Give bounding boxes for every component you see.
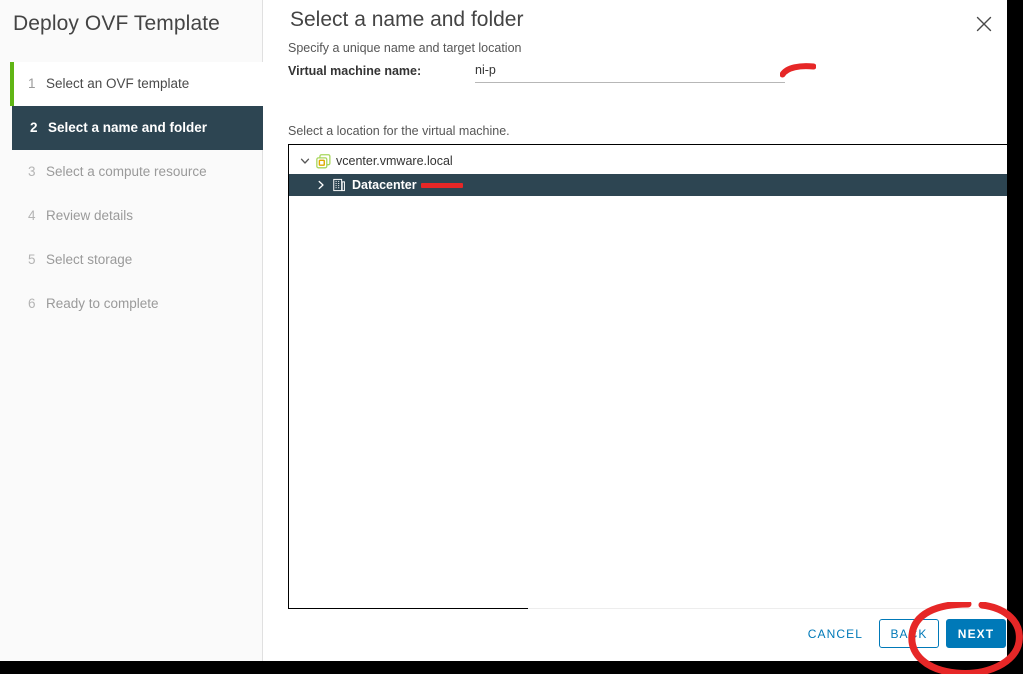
step-label: Select a compute resource bbox=[46, 164, 207, 179]
next-button[interactable]: NEXT bbox=[946, 619, 1006, 648]
tree-node-label: Datacenter bbox=[352, 177, 417, 192]
sidebar-step-select-name-and-folder[interactable]: 2 Select a name and folder bbox=[12, 106, 263, 150]
dialog-footer: CANCEL BACK NEXT bbox=[528, 608, 1007, 661]
step-number: 1 bbox=[28, 76, 36, 91]
chevron-down-icon[interactable] bbox=[298, 154, 312, 168]
tree-node-vcenter[interactable]: vcenter.vmware.local bbox=[289, 150, 1007, 172]
vm-name-label: Virtual machine name: bbox=[288, 64, 422, 78]
back-button[interactable]: BACK bbox=[879, 619, 939, 648]
datacenter-icon bbox=[331, 177, 347, 193]
cancel-button[interactable]: CANCEL bbox=[800, 619, 871, 648]
step-label: Select an OVF template bbox=[46, 76, 190, 91]
step-label: Select a name and folder bbox=[48, 120, 208, 135]
step-number: 5 bbox=[28, 252, 36, 267]
tree-node-label: vcenter.vmware.local bbox=[336, 153, 453, 168]
inventory-tree-panel[interactable]: vcenter.vmware.local Datacenter bbox=[288, 144, 1007, 609]
step-number: 4 bbox=[28, 208, 36, 223]
red-stroke-annotation bbox=[780, 63, 816, 78]
chevron-right-icon[interactable] bbox=[314, 178, 328, 192]
sidebar-step-select-storage[interactable]: 5 Select storage bbox=[10, 238, 263, 282]
step-label: Ready to complete bbox=[46, 296, 159, 311]
tree-node-datacenter[interactable]: Datacenter bbox=[289, 174, 1007, 196]
clipped-right-edge bbox=[1007, 0, 1023, 674]
page-subtitle: Specify a unique name and target locatio… bbox=[288, 41, 522, 55]
step-label: Select storage bbox=[46, 252, 133, 267]
wizard-step-list: 1 Select an OVF template 2 Select a name a… bbox=[10, 62, 263, 326]
sidebar-step-select-compute-resource[interactable]: 3 Select a compute resource bbox=[10, 150, 263, 194]
step-number: 2 bbox=[30, 120, 38, 135]
vm-name-input[interactable] bbox=[475, 60, 785, 83]
step-number: 3 bbox=[28, 164, 36, 179]
location-instruction-label: Select a location for the virtual machin… bbox=[288, 124, 510, 138]
sidebar-step-ready-to-complete[interactable]: 6 Ready to complete bbox=[10, 282, 263, 326]
sidebar-step-review-details[interactable]: 4 Review details bbox=[10, 194, 263, 238]
wizard-sidebar: Deploy OVF Template 1 Select an OVF templ… bbox=[0, 0, 263, 661]
page-title: Select a name and folder bbox=[290, 8, 524, 31]
wizard-content-pane: Select a name and folder Specify a uniqu… bbox=[264, 0, 1007, 661]
step-number: 6 bbox=[28, 296, 36, 311]
wizard-title: Deploy OVF Template bbox=[13, 12, 220, 35]
step-label: Review details bbox=[46, 208, 134, 223]
deploy-ovf-template-dialog: Deploy OVF Template 1 Select an OVF templ… bbox=[0, 0, 1007, 661]
red-underline-annotation bbox=[421, 183, 463, 188]
clipped-bottom-edge bbox=[0, 661, 1023, 674]
close-icon[interactable] bbox=[972, 12, 996, 36]
sidebar-step-select-ovf-template[interactable]: 1 Select an OVF template bbox=[10, 62, 263, 106]
vcenter-server-icon bbox=[315, 153, 331, 169]
